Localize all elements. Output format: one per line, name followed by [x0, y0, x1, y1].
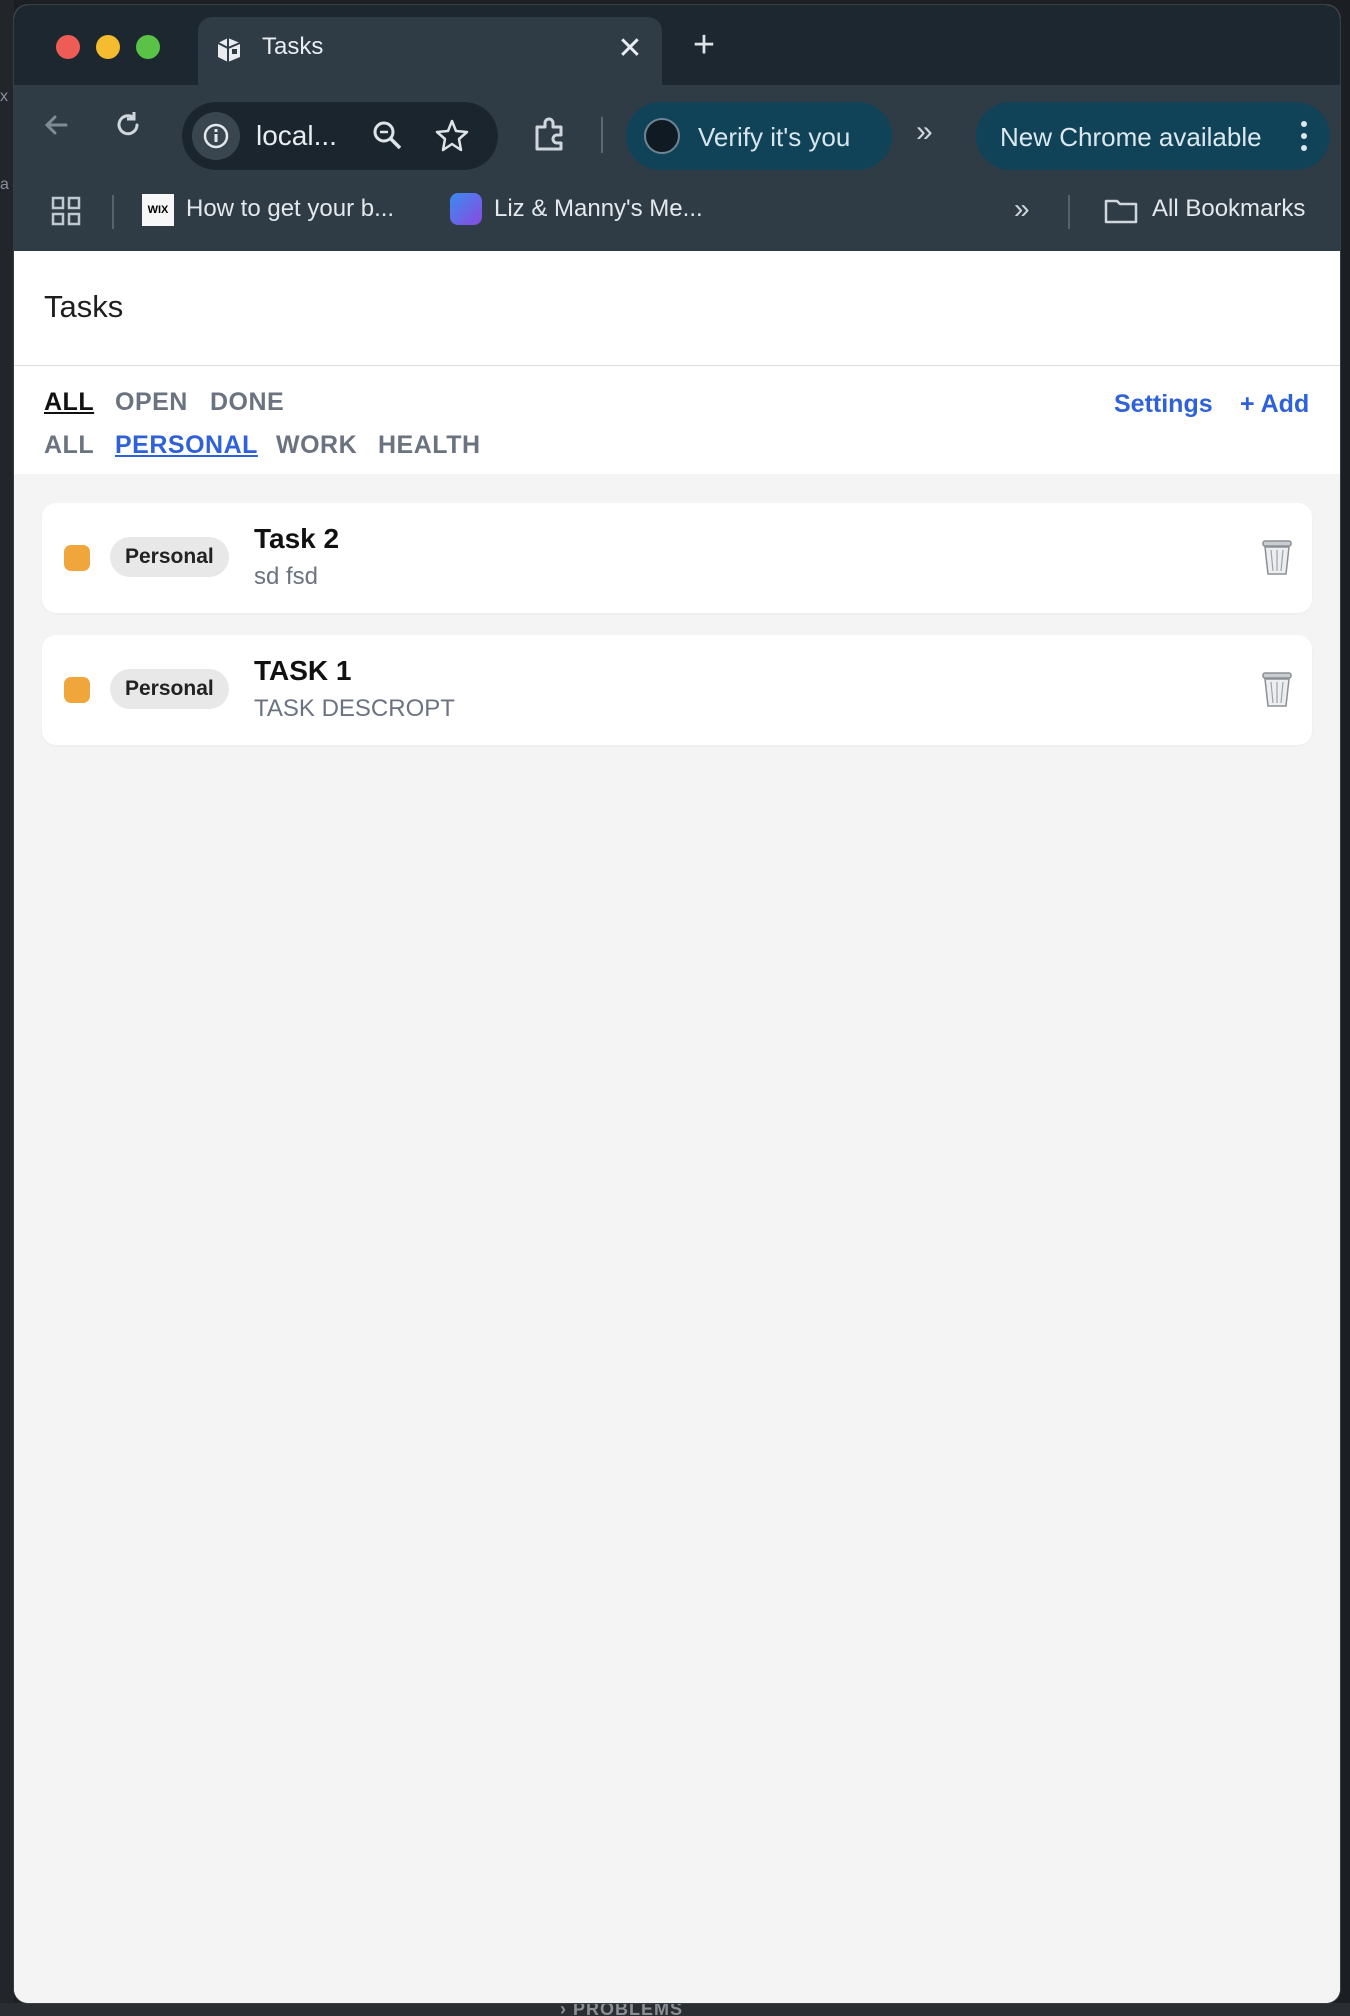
- task-description: TASK DESCROPT: [254, 695, 455, 722]
- apps-grid-icon[interactable]: [50, 195, 82, 227]
- extensions-icon[interactable]: [529, 115, 569, 155]
- bookmarks-bar: WIX How to get your b... Liz & Manny's M…: [14, 175, 1340, 251]
- trash-icon[interactable]: [1260, 669, 1294, 709]
- category-filter-health[interactable]: HEALTH: [378, 431, 481, 460]
- app-header: Tasks: [14, 251, 1340, 366]
- task-description: sd fsd: [254, 563, 319, 590]
- task-color-dot: [64, 545, 90, 571]
- folder-icon: [1104, 199, 1138, 224]
- verify-label: Verify it's you: [698, 122, 851, 152]
- toolbar-overflow-icon[interactable]: »: [916, 115, 933, 149]
- new-tab-button[interactable]: +: [684, 25, 724, 65]
- tab-tasks[interactable]: Tasks ✕: [198, 17, 662, 85]
- trash-icon[interactable]: [1260, 537, 1294, 577]
- chrome-update-label: New Chrome available: [1000, 122, 1262, 152]
- all-bookmarks-link[interactable]: All Bookmarks: [1152, 195, 1305, 223]
- task-card[interactable]: Personal TASK 1 TASK DESCROPT: [42, 635, 1312, 745]
- reload-icon[interactable]: [106, 109, 150, 150]
- problems-panel-label: › PROBLEMS: [560, 2003, 684, 2016]
- category-badge: Personal: [110, 537, 229, 577]
- maximize-window-button[interactable]: [136, 35, 160, 59]
- close-window-button[interactable]: [56, 35, 80, 59]
- address-bar[interactable]: local...: [182, 102, 498, 170]
- background-panel-strip: › PROBLEMS: [0, 2003, 1350, 2016]
- kebab-menu-icon[interactable]: [1294, 116, 1314, 156]
- tab-strip: Tasks ✕ +: [14, 5, 1340, 85]
- category-badge: Personal: [110, 669, 229, 709]
- category-filter-personal[interactable]: PERSONAL: [115, 431, 258, 460]
- status-filter-done[interactable]: DONE: [210, 388, 284, 417]
- bookmark-star-icon[interactable]: [432, 116, 472, 156]
- site-info-icon[interactable]: [192, 112, 240, 160]
- category-filter-work[interactable]: WORK: [276, 431, 357, 460]
- bookmark-item[interactable]: Liz & Manny's Me...: [494, 195, 703, 223]
- toolbar-divider: [601, 117, 603, 153]
- bookmarks-overflow-icon[interactable]: »: [1014, 193, 1030, 225]
- task-card[interactable]: Personal Task 2 sd fsd: [42, 503, 1312, 613]
- tab-title: Tasks: [262, 33, 324, 60]
- task-color-dot: [64, 677, 90, 703]
- page-title: Tasks: [44, 289, 124, 324]
- status-filter-open[interactable]: OPEN: [115, 388, 188, 417]
- browser-window: Tasks ✕ + local... Verify it's you » New…: [14, 5, 1340, 2003]
- wix-favicon-icon: WIX: [142, 194, 174, 226]
- bookmarks-divider: [112, 195, 114, 229]
- close-tab-icon[interactable]: ✕: [612, 29, 648, 69]
- liz-manny-favicon-icon: [450, 193, 482, 225]
- task-title: Task 2: [254, 523, 340, 554]
- category-filter-all[interactable]: ALL: [44, 431, 94, 460]
- task-title: TASK 1: [254, 655, 352, 686]
- chrome-update-button[interactable]: New Chrome available: [976, 102, 1330, 170]
- background-window-edge: x a: [0, 0, 14, 2016]
- settings-link[interactable]: Settings: [1114, 390, 1213, 419]
- verify-identity-button[interactable]: Verify it's you: [626, 102, 892, 170]
- tasks-app: Tasks ALL OPEN DONE ALL PERSONAL WORK HE…: [14, 251, 1340, 2003]
- browser-toolbar: local... Verify it's you » New Chrome av…: [14, 85, 1340, 175]
- status-filter-all[interactable]: ALL: [44, 388, 94, 417]
- bookmarks-divider: [1068, 195, 1070, 229]
- back-arrow-icon[interactable]: [34, 109, 78, 150]
- url-text: local...: [256, 120, 337, 151]
- bookmark-item[interactable]: How to get your b...: [186, 195, 394, 223]
- add-task-button[interactable]: + Add: [1240, 390, 1309, 419]
- zoom-icon[interactable]: [368, 116, 408, 156]
- app-favicon-icon: [217, 38, 241, 62]
- minimize-window-button[interactable]: [96, 35, 120, 59]
- filter-bar: ALL OPEN DONE ALL PERSONAL WORK HEALTH S…: [14, 366, 1340, 474]
- profile-avatar: [644, 118, 680, 154]
